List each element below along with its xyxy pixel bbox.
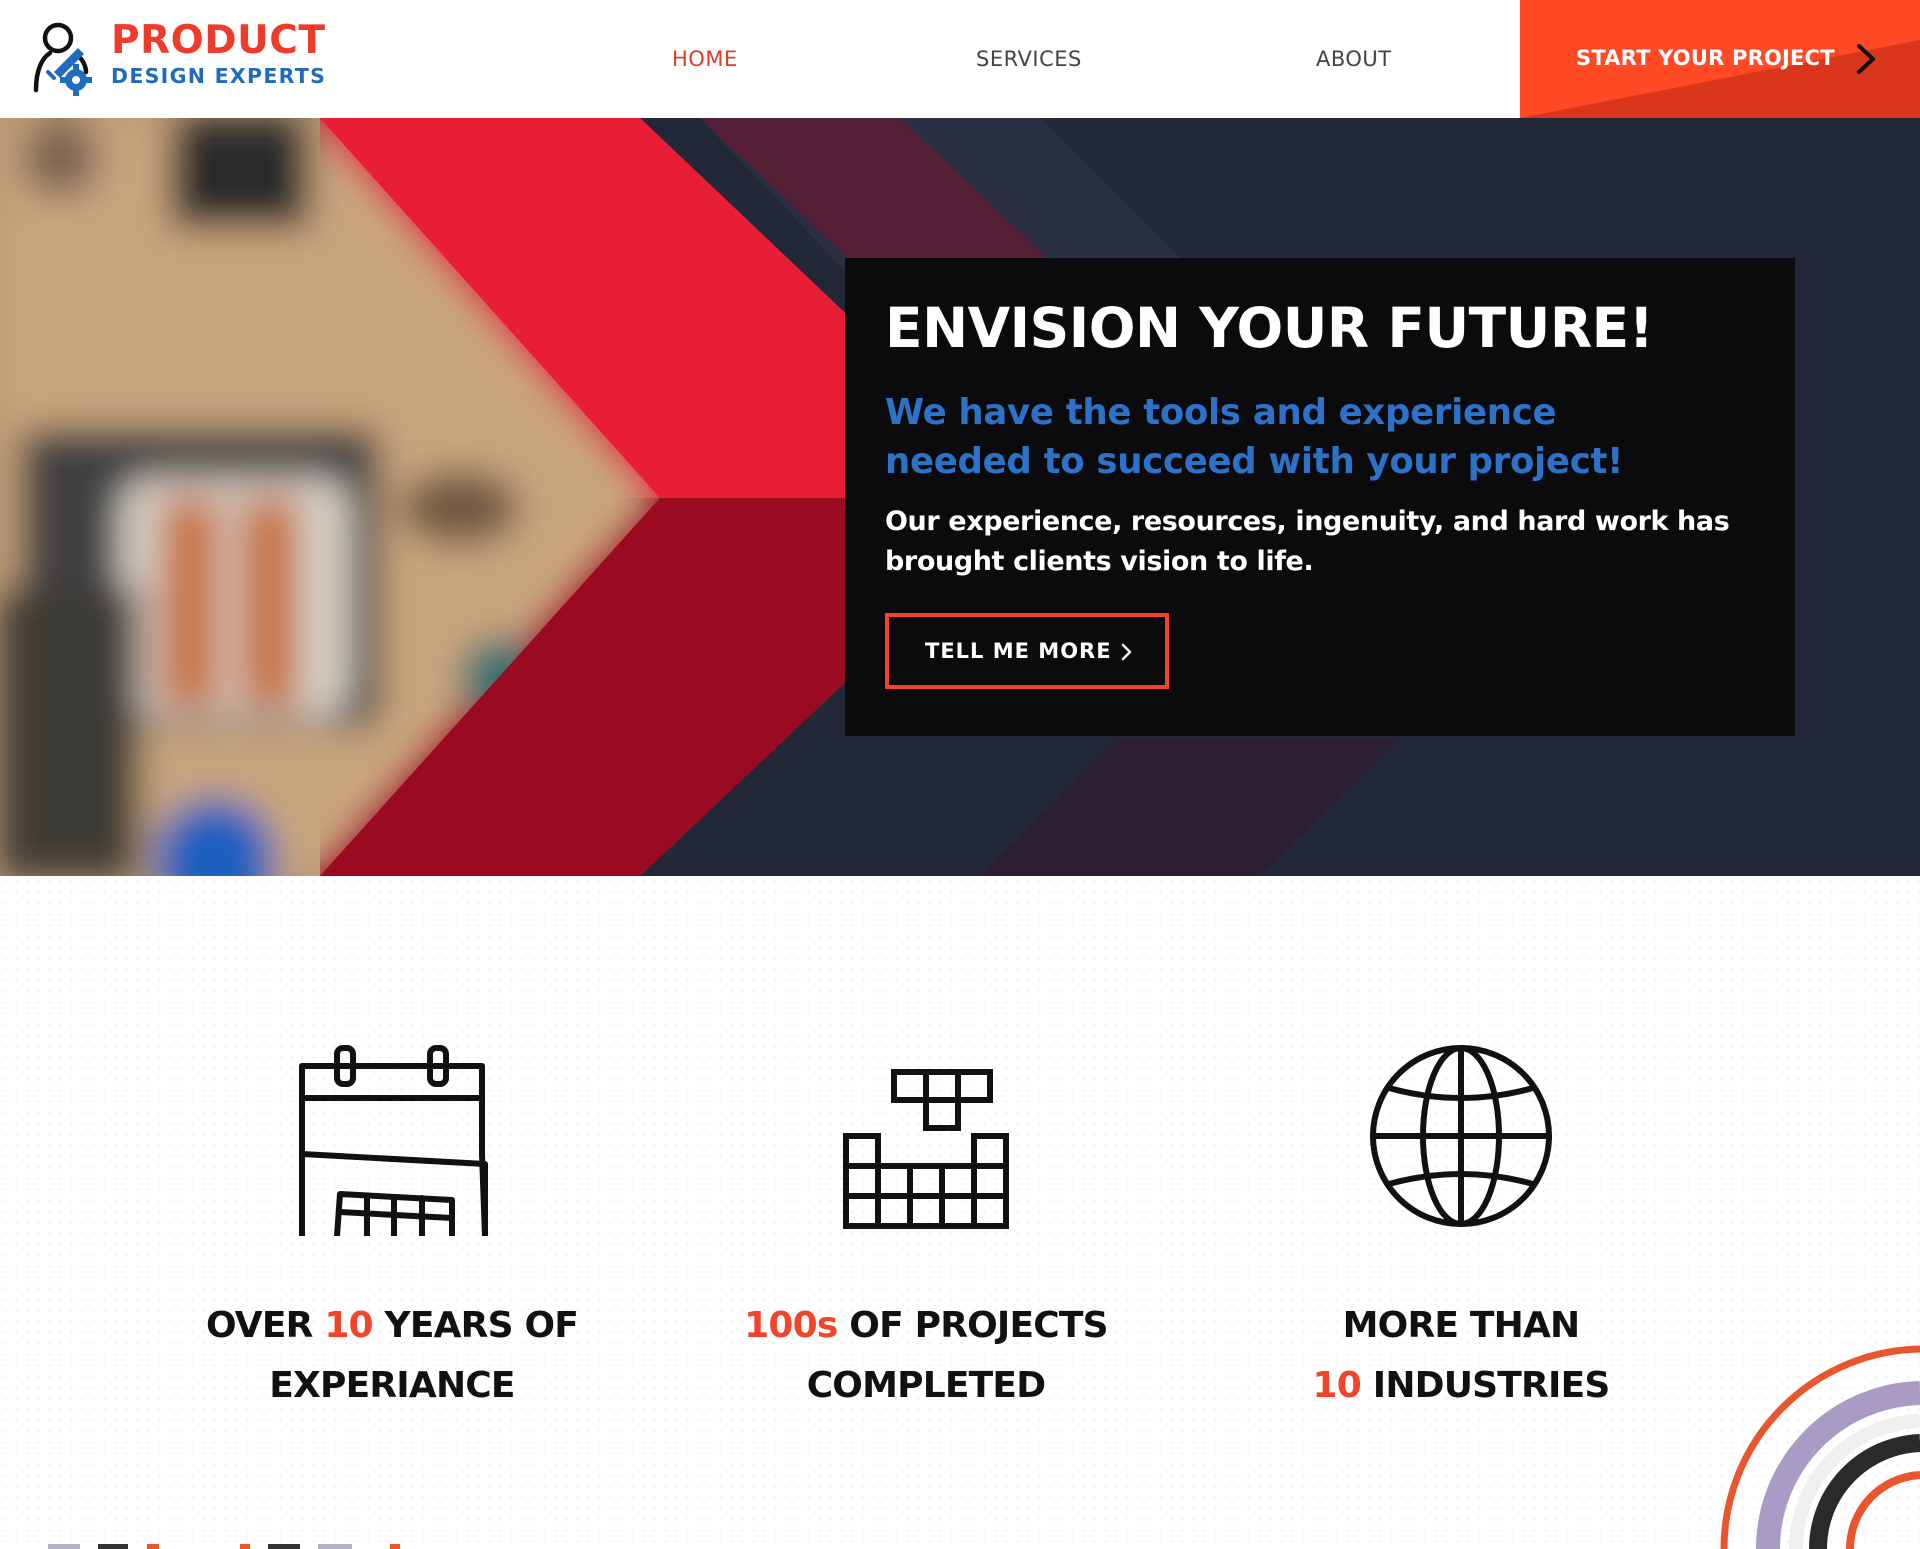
start-project-button[interactable]: START YOUR PROJECT xyxy=(1520,0,1920,118)
stat-industries-pre: MORE THAN xyxy=(1342,1305,1581,1346)
hero-panel: ENVISION YOUR FUTURE! We have the tools … xyxy=(845,258,1795,736)
stat-experience-line2: EXPERIANCE xyxy=(269,1365,515,1406)
tell-me-more-button[interactable]: TELL ME MORE xyxy=(885,613,1169,689)
hero-subtitle-line1: We have the tools and experience xyxy=(885,392,1557,433)
logo-subtitle: DESIGN EXPERTS xyxy=(111,64,327,88)
start-project-label: START YOUR PROJECT xyxy=(1576,46,1835,70)
stat-experience-post: YEARS OF xyxy=(372,1305,579,1346)
hero-description: Our experience, resources, ingenuity, an… xyxy=(885,502,1765,582)
chevron-right-icon xyxy=(1121,643,1132,661)
stat-projects-post: OF PROJECTS xyxy=(837,1305,1108,1346)
nav-about-link[interactable]: ABOUT xyxy=(1316,0,1392,118)
logo-title: PRODUCT xyxy=(111,18,326,63)
nav-services-link[interactable]: SERVICES xyxy=(976,0,1082,118)
person-gear-logo-icon xyxy=(33,22,92,96)
hero-section: ENVISION YOUR FUTURE! We have the tools … xyxy=(0,118,1920,876)
nav-home-link[interactable]: HOME xyxy=(672,0,738,118)
stats-section: OVER 10 YEARS OF EXPERIANCE 100s OF PROJ… xyxy=(0,876,1920,1549)
stat-projects-text: 100s OF PROJECTS COMPLETED xyxy=(676,1296,1176,1416)
calendar-icon xyxy=(299,1045,488,1236)
hero-title: ENVISION YOUR FUTURE! xyxy=(885,296,1654,360)
hero-description-line2: brought clients vision to life. xyxy=(885,546,1314,577)
hero-subtitle: We have the tools and experience needed … xyxy=(885,388,1645,486)
stat-industries-post: INDUSTRIES xyxy=(1361,1365,1611,1406)
chevron-right-icon xyxy=(1857,44,1875,74)
stat-experience-number: 10 xyxy=(324,1305,373,1346)
hero-subtitle-line2: needed to succeed with your project! xyxy=(885,441,1624,482)
tell-me-more-label: TELL ME MORE xyxy=(925,639,1112,663)
globe-icon xyxy=(1370,1045,1552,1227)
blocks-icon xyxy=(843,1069,1009,1229)
decorative-dashes xyxy=(48,1544,400,1549)
stat-projects-number: 100s xyxy=(744,1305,838,1346)
stat-industries-text: MORE THAN 10 INDUSTRIES xyxy=(1211,1296,1711,1416)
stat-industries-number: 10 xyxy=(1312,1365,1362,1406)
site-logo[interactable]: PRODUCT DESIGN EXPERTS xyxy=(26,18,326,100)
stat-projects-line2: COMPLETED xyxy=(806,1365,1046,1406)
stat-experience-text: OVER 10 YEARS OF EXPERIANCE xyxy=(142,1296,642,1416)
site-header: PRODUCT DESIGN EXPERTS HOME SERVICES ABO… xyxy=(0,0,1920,118)
stat-experience-pre: OVER xyxy=(205,1305,325,1346)
decorative-arcs xyxy=(1720,1345,1920,1549)
hero-description-line1: Our experience, resources, ingenuity, an… xyxy=(885,506,1730,537)
